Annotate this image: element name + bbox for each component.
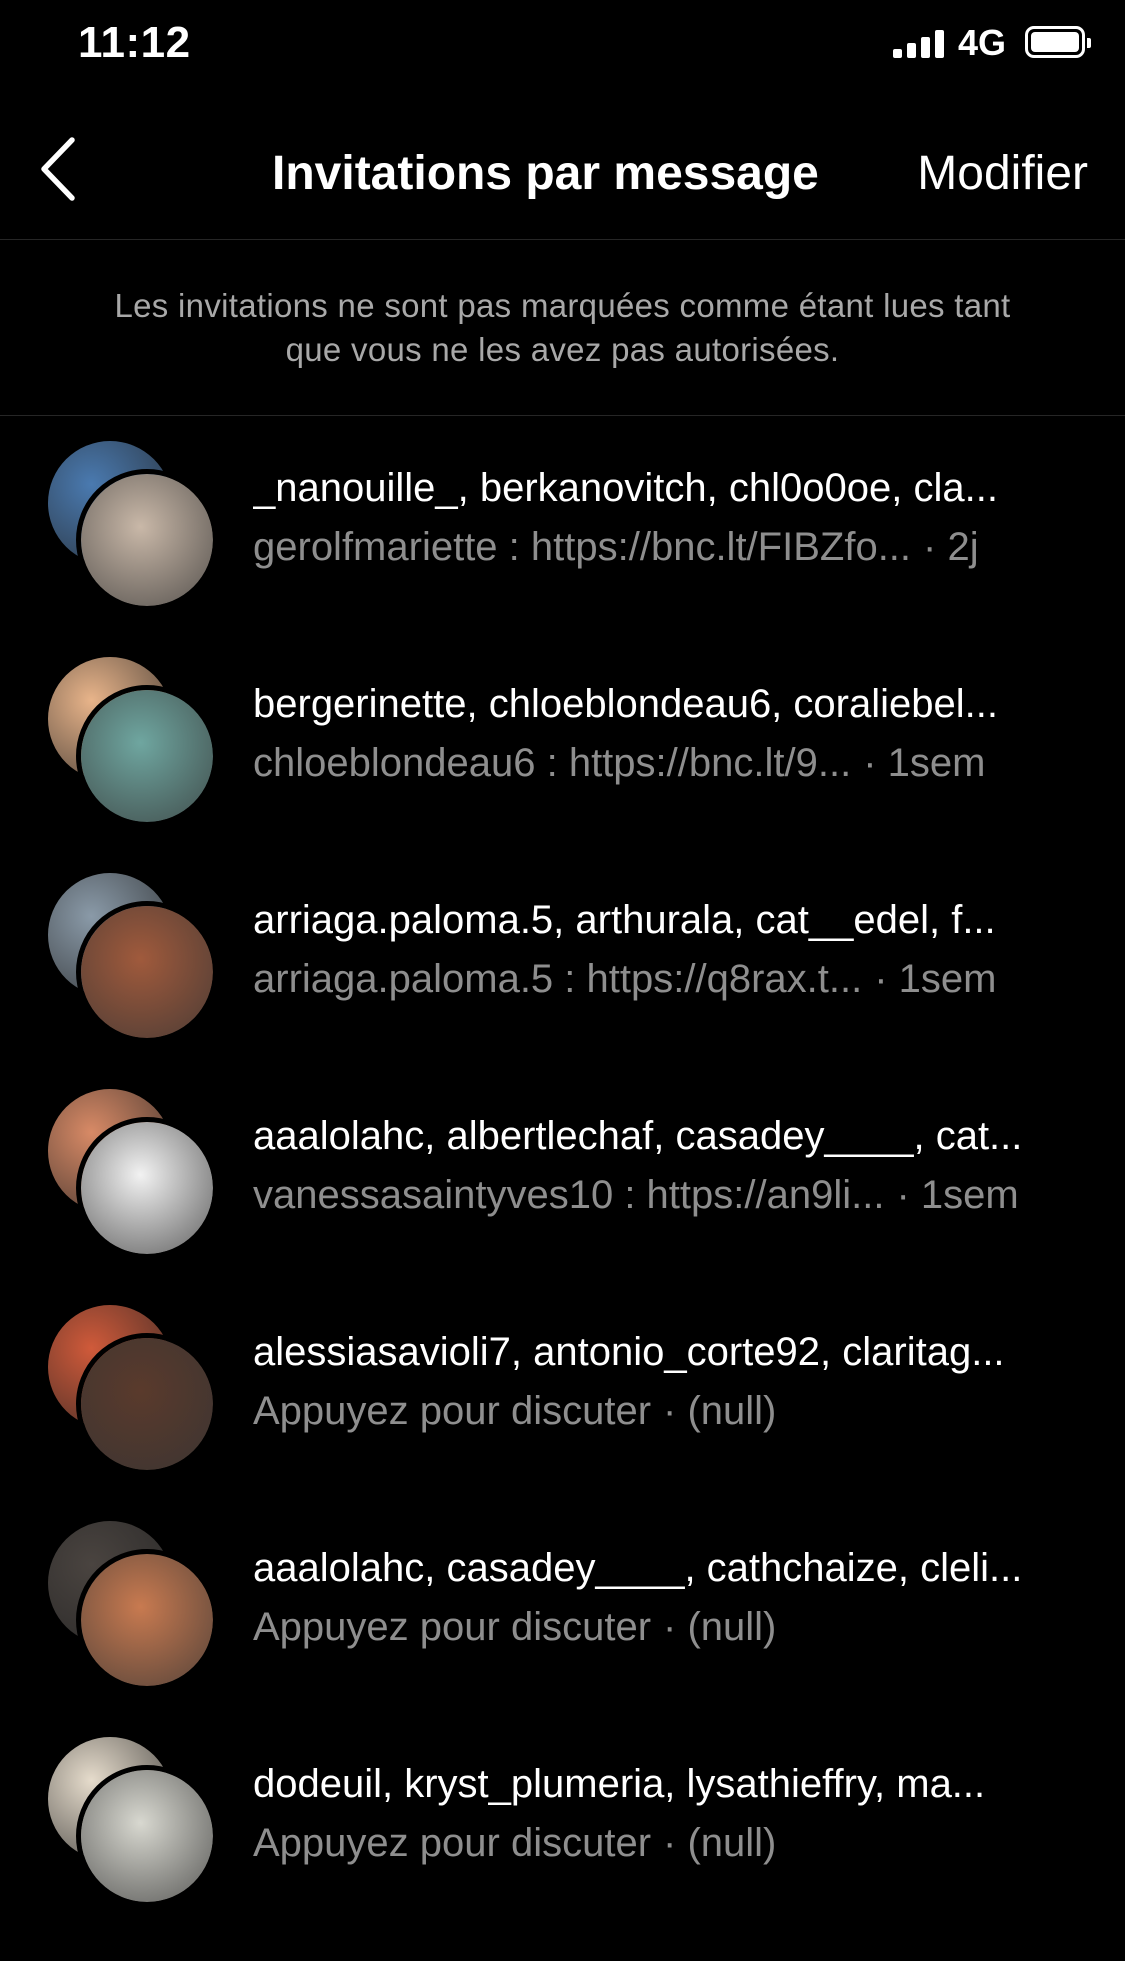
thread-time: · 1sem	[863, 741, 986, 785]
page-title: Invitations par message	[272, 147, 819, 200]
thread-preview: Appuyez pour discuter	[253, 1605, 652, 1649]
thread-row[interactable]: alessiasavioli7, antonio_corte92, clarit…	[0, 1281, 1125, 1497]
avatar-front	[76, 469, 218, 611]
thread-subtitle: gerolfmariette : https://bnc.lt/FIBZfo..…	[253, 522, 1073, 572]
thread-row[interactable]: aaalolahc, casadey____, cathchaize, clel…	[0, 1497, 1125, 1713]
thread-preview: gerolfmariette : https://bnc.lt/FIBZfo..…	[253, 525, 912, 569]
chevron-left-icon	[41, 137, 75, 201]
thread-participants: bergerinette, chloeblondeau6, coraliebel…	[253, 682, 998, 726]
thread-time: · (null)	[663, 1605, 777, 1649]
thread-participants: aaalolahc, albertlechaf, casadey____, ca…	[253, 1114, 1023, 1158]
avatar-front	[76, 901, 218, 1043]
thread-participants: arriaga.paloma.5, arthurala, cat__edel, …	[253, 898, 996, 942]
thread-row[interactable]: arriaga.paloma.5, arthurala, cat__edel, …	[0, 849, 1125, 1065]
thread-row[interactable]: bergerinette, chloeblondeau6, coraliebel…	[0, 633, 1125, 849]
thread-row[interactable]: _nanouille_, berkanovitch, chl0o0oe, cla…	[0, 417, 1125, 633]
thread-subtitle: Appuyez pour discuter · (null)	[253, 1386, 1073, 1436]
thread-text: _nanouille_, berkanovitch, chl0o0oe, cla…	[253, 463, 1073, 572]
screen: 11:12 4G Invitations par message Modifie…	[0, 0, 1125, 1961]
thread-participants: dodeuil, kryst_plumeria, lysathieffry, m…	[253, 1762, 986, 1806]
thread-time: · 1sem	[896, 1173, 1019, 1217]
thread-text: arriaga.paloma.5, arthurala, cat__edel, …	[253, 895, 1073, 1004]
avatar-front	[76, 1117, 218, 1259]
info-note: Les invitations ne sont pas marquées com…	[0, 241, 1125, 416]
edit-button[interactable]: Modifier	[917, 146, 1088, 201]
thread-time: · 1sem	[874, 957, 997, 1001]
thread-text: bergerinette, chloeblondeau6, coraliebel…	[253, 679, 1073, 788]
avatar-front	[76, 1333, 218, 1475]
avatar-front	[76, 685, 218, 827]
group-avatar	[48, 1089, 218, 1259]
thread-participants: _nanouille_, berkanovitch, chl0o0oe, cla…	[253, 466, 998, 510]
thread-preview: arriaga.paloma.5 : https://q8rax.t...	[253, 957, 863, 1001]
thread-subtitle: Appuyez pour discuter · (null)	[253, 1602, 1073, 1652]
thread-text: dodeuil, kryst_plumeria, lysathieffry, m…	[253, 1759, 1073, 1868]
group-avatar	[48, 1521, 218, 1691]
thread-row[interactable]: dodeuil, kryst_plumeria, lysathieffry, m…	[0, 1713, 1125, 1929]
thread-text: alessiasavioli7, antonio_corte92, clarit…	[253, 1327, 1073, 1436]
thread-subtitle: Appuyez pour discuter · (null)	[253, 1818, 1073, 1868]
avatar-front	[76, 1549, 218, 1691]
thread-preview: chloeblondeau6 : https://bnc.lt/9...	[253, 741, 852, 785]
battery-full-icon	[1025, 26, 1091, 58]
thread-text: aaalolahc, casadey____, cathchaize, clel…	[253, 1543, 1073, 1652]
group-avatar	[48, 1305, 218, 1475]
nav-bar: Invitations par message Modifier	[0, 100, 1125, 240]
group-avatar	[48, 1737, 218, 1907]
thread-preview: Appuyez pour discuter	[253, 1389, 652, 1433]
status-time: 11:12	[78, 18, 191, 67]
back-button[interactable]	[34, 132, 94, 206]
thread-participants: aaalolahc, casadey____, cathchaize, clel…	[253, 1546, 1023, 1590]
cellular-signal-icon	[893, 30, 945, 58]
thread-subtitle: chloeblondeau6 : https://bnc.lt/9... · 1…	[253, 738, 1073, 788]
thread-participants: alessiasavioli7, antonio_corte92, clarit…	[253, 1330, 1005, 1374]
network-type: 4G	[958, 22, 1007, 63]
thread-subtitle: vanessasaintyves10 : https://an9li... · …	[253, 1170, 1073, 1220]
group-avatar	[48, 873, 218, 1043]
thread-preview: vanessasaintyves10 : https://an9li...	[253, 1173, 885, 1217]
group-avatar	[48, 441, 218, 611]
thread-list: _nanouille_, berkanovitch, chl0o0oe, cla…	[0, 417, 1125, 1929]
thread-preview: Appuyez pour discuter	[253, 1821, 652, 1865]
thread-time: · (null)	[663, 1821, 777, 1865]
status-bar: 11:12 4G	[0, 0, 1125, 90]
thread-time: · (null)	[663, 1389, 777, 1433]
group-avatar	[48, 657, 218, 827]
avatar-front	[76, 1765, 218, 1907]
thread-time: · 2j	[923, 525, 979, 569]
info-note-text: Les invitations ne sont pas marquées com…	[114, 287, 1011, 368]
thread-text: aaalolahc, albertlechaf, casadey____, ca…	[253, 1111, 1073, 1220]
thread-row[interactable]: aaalolahc, albertlechaf, casadey____, ca…	[0, 1065, 1125, 1281]
thread-subtitle: arriaga.paloma.5 : https://q8rax.t... · …	[253, 954, 1073, 1004]
